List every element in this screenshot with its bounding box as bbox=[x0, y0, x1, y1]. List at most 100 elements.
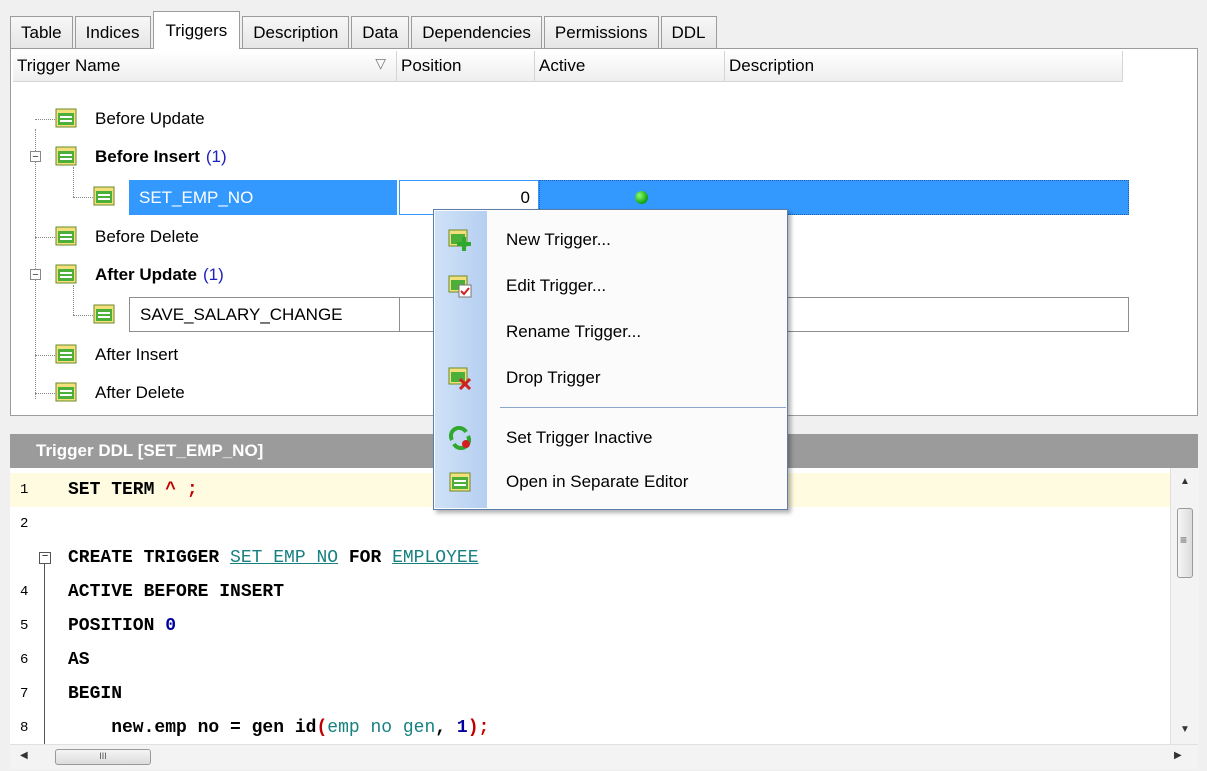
grid-header: Trigger Name ▽ Position Active Descripti… bbox=[13, 51, 1123, 82]
tree-line bbox=[73, 315, 95, 316]
sort-indicator-icon: ▽ bbox=[375, 55, 386, 71]
tab-ddl[interactable]: DDL bbox=[660, 16, 717, 48]
menu-item-label: Open in Separate Editor bbox=[506, 472, 689, 491]
code-statement: new.emp no = gen id bbox=[68, 718, 317, 738]
thumb-grip-icon: III bbox=[99, 751, 107, 761]
trigger-name-cell[interactable]: SET_EMP_NO bbox=[129, 180, 397, 215]
tree-node-before-insert[interactable]: − Before Insert (1) bbox=[11, 139, 1111, 175]
code-number: 1 bbox=[456, 718, 468, 738]
line-number: 5 bbox=[20, 618, 29, 634]
line-number: 6 bbox=[20, 652, 29, 668]
line-number: 7 bbox=[20, 686, 29, 702]
trigger-group-icon bbox=[55, 264, 77, 284]
code-symbol: , bbox=[435, 718, 457, 738]
code-identifier: emp no gen bbox=[327, 718, 436, 738]
trigger-count: (1) bbox=[205, 147, 227, 166]
trigger-group-icon bbox=[55, 226, 77, 246]
trigger-name-cell[interactable]: SAVE_SALARY_CHANGE bbox=[130, 298, 400, 331]
edit-trigger-icon bbox=[448, 275, 472, 298]
collapse-icon[interactable]: − bbox=[30, 269, 41, 281]
horizontal-scroll-thumb[interactable]: III bbox=[55, 749, 151, 765]
open-editor-icon bbox=[449, 472, 471, 492]
trigger-group-icon bbox=[55, 382, 77, 402]
scroll-left-icon[interactable]: ◀ bbox=[20, 750, 28, 761]
scroll-up-icon[interactable]: ▲ bbox=[1180, 476, 1190, 487]
collapse-icon[interactable]: − bbox=[30, 151, 41, 163]
active-indicator-icon bbox=[635, 191, 648, 204]
code-text: AS bbox=[68, 650, 90, 670]
code-number: 0 bbox=[165, 616, 177, 636]
column-header-description[interactable]: Description bbox=[725, 51, 1123, 81]
tab-triggers[interactable]: Triggers bbox=[152, 11, 241, 49]
trigger-group-icon bbox=[55, 146, 77, 166]
code-line: 4 ACTIVE BEFORE INSERT bbox=[10, 575, 1170, 609]
tab-description[interactable]: Description bbox=[242, 16, 350, 48]
tree-node-label: After Insert bbox=[95, 345, 179, 364]
trigger-context-menu: New Trigger... Edit Trigger... Rename Tr… bbox=[433, 209, 788, 510]
tab-label: Indices bbox=[85, 22, 140, 42]
tab-label: Description bbox=[253, 22, 339, 42]
trigger-icon bbox=[93, 304, 115, 324]
scroll-down-icon[interactable]: ▼ bbox=[1180, 724, 1190, 735]
set-inactive-icon bbox=[448, 426, 472, 450]
line-number: 8 bbox=[20, 720, 29, 736]
group-name: Before Insert bbox=[95, 147, 200, 166]
tab-data[interactable]: Data bbox=[351, 16, 410, 48]
column-label: Active bbox=[539, 56, 586, 75]
tree-node-label: Before Insert (1) bbox=[95, 139, 227, 175]
menu-item-new-trigger[interactable]: New Trigger... bbox=[434, 218, 787, 262]
line-number: 1 bbox=[20, 482, 29, 498]
code-line: − CREATE TRIGGER SET EMP NO FOR EMPLOYEE bbox=[10, 541, 1170, 575]
tab-permissions[interactable]: Permissions bbox=[543, 16, 659, 48]
menu-item-drop-trigger[interactable]: Drop Trigger bbox=[434, 356, 787, 400]
horizontal-scrollbar[interactable]: ◀ III ▶ bbox=[10, 744, 1198, 769]
drop-trigger-icon bbox=[448, 367, 472, 390]
code-line: 7 BEGIN bbox=[10, 677, 1170, 711]
tab-label: DDL bbox=[671, 22, 706, 42]
vertical-scrollbar[interactable]: ▲ ≡ ▼ bbox=[1170, 468, 1199, 744]
scroll-right-icon[interactable]: ▶ bbox=[1174, 750, 1182, 761]
menu-item-set-trigger-inactive[interactable]: Set Trigger Inactive bbox=[434, 416, 787, 460]
menu-item-label: Set Trigger Inactive bbox=[506, 428, 653, 447]
code-line: 2 bbox=[10, 507, 1170, 541]
code-text: BEGIN bbox=[68, 684, 123, 704]
column-header-active[interactable]: Active bbox=[535, 51, 725, 81]
code-keyword: SET TERM bbox=[68, 480, 166, 500]
column-label: Position bbox=[401, 56, 462, 75]
menu-item-label: New Trigger... bbox=[506, 230, 611, 249]
code-identifier: SET EMP NO bbox=[230, 548, 339, 568]
trigger-icon bbox=[93, 186, 115, 206]
tree-line bbox=[73, 197, 95, 198]
tab-label: Dependencies bbox=[422, 22, 531, 42]
menu-item-open-in-separate-editor[interactable]: Open in Separate Editor bbox=[434, 460, 787, 504]
code-symbol: ^ ; bbox=[165, 480, 198, 500]
ddl-title-text: Trigger DDL [SET_EMP_NO] bbox=[36, 441, 264, 460]
code-symbol: ); bbox=[467, 718, 490, 738]
tab-table[interactable]: Table bbox=[10, 16, 73, 48]
code-text: POSITION 0 bbox=[68, 616, 176, 636]
menu-item-edit-trigger[interactable]: Edit Trigger... bbox=[434, 264, 787, 308]
column-header-trigger-name[interactable]: Trigger Name ▽ bbox=[13, 51, 397, 81]
column-header-position[interactable]: Position bbox=[397, 51, 535, 81]
code-text: CREATE TRIGGER SET EMP NO FOR EMPLOYEE bbox=[68, 548, 479, 568]
group-name: After Update bbox=[95, 265, 198, 284]
code-identifier: EMPLOYEE bbox=[392, 548, 479, 568]
code-line: 6 AS bbox=[10, 643, 1170, 677]
tab-label: Permissions bbox=[554, 22, 648, 42]
tab-label: Table bbox=[21, 22, 62, 42]
tab-label: Data bbox=[362, 22, 399, 42]
tab-dependencies[interactable]: Dependencies bbox=[411, 16, 542, 48]
trigger-count: (1) bbox=[203, 265, 224, 284]
code-keyword: FOR bbox=[338, 548, 393, 568]
tree-node-before-update[interactable]: Before Update bbox=[11, 101, 1111, 137]
code-text: new.emp no = gen id(emp no gen, 1); bbox=[68, 718, 489, 738]
trigger-group-icon bbox=[55, 108, 77, 128]
fold-collapse-icon[interactable]: − bbox=[39, 552, 51, 564]
trigger-group-icon bbox=[55, 344, 77, 364]
menu-item-rename-trigger[interactable]: Rename Trigger... bbox=[434, 310, 787, 354]
menu-item-label: Rename Trigger... bbox=[506, 322, 642, 341]
vertical-scroll-thumb[interactable]: ≡ bbox=[1177, 508, 1193, 578]
column-label: Description bbox=[729, 56, 815, 75]
tab-indices[interactable]: Indices bbox=[74, 16, 151, 48]
code-keyword: POSITION bbox=[68, 616, 166, 636]
